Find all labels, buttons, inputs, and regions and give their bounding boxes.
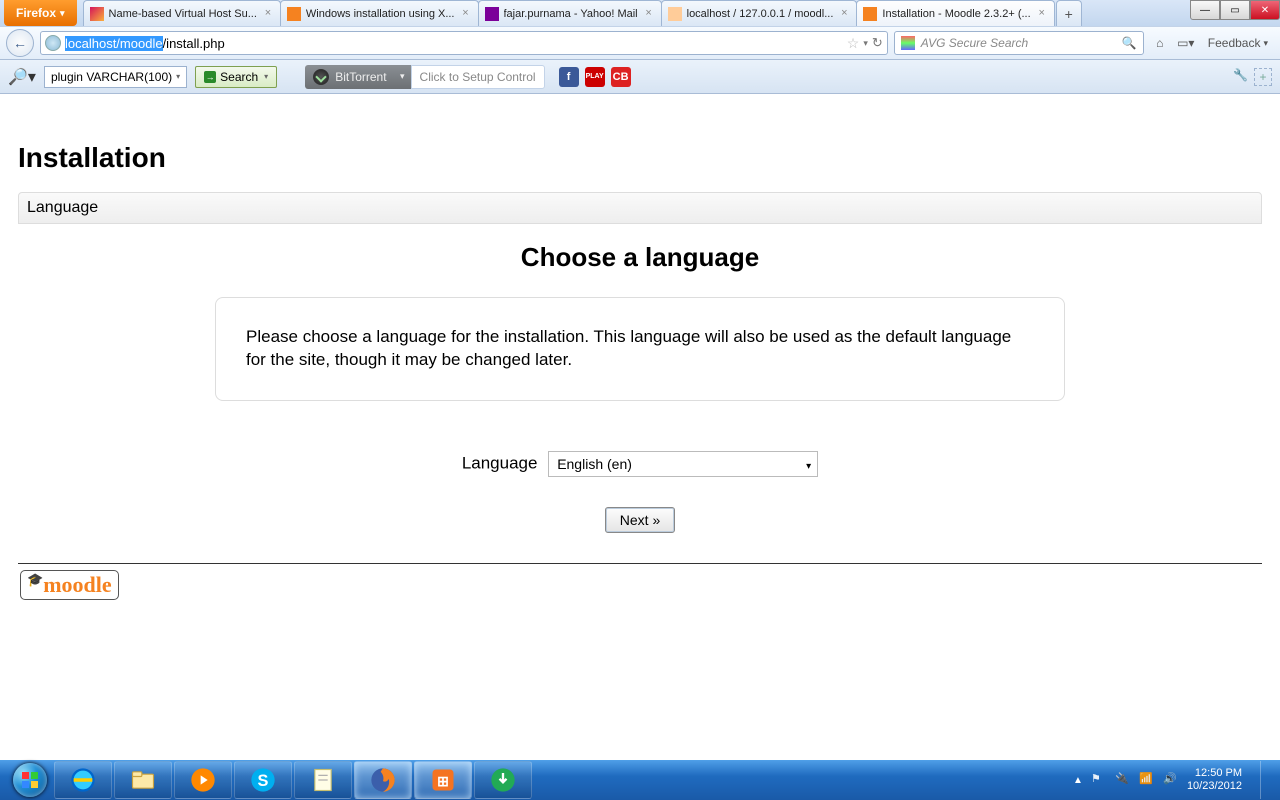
back-button[interactable]: ← (6, 29, 34, 57)
bittorrent-dropdown[interactable]: BitTorrent (305, 65, 410, 89)
close-window-button[interactable]: ✕ (1250, 0, 1280, 20)
taskbar-firefox[interactable] (354, 761, 412, 799)
browser-search-box[interactable]: AVG Secure Search 🔍 (894, 31, 1144, 55)
moodle-logo[interactable]: 🎓moodle (20, 570, 119, 600)
windows-taskbar: S ⊞ ▲ ⚑ 🔌 📶 🔊 12:50 PM 10/23/2012 (0, 760, 1280, 800)
playvid-icon[interactable]: PLAY (585, 67, 605, 87)
taskbar-explorer[interactable] (114, 761, 172, 799)
bittorrent-icon (313, 69, 329, 85)
apache-favicon (90, 7, 104, 21)
moodle-favicon (863, 7, 877, 21)
phpmyadmin-favicon (668, 7, 682, 21)
tab-title: fajar.purnama - Yahoo! Mail (504, 8, 638, 20)
power-icon[interactable]: 🔌 (1115, 772, 1131, 788)
taskbar-ie[interactable] (54, 761, 112, 799)
add-toolbar-icon[interactable]: + (1254, 68, 1272, 86)
social-icons: f PLAY CB (559, 67, 631, 87)
tab-0[interactable]: Name-based Virtual Host Su... × (83, 0, 281, 26)
bookmark-star-icon[interactable]: ☆ (847, 35, 860, 52)
separator (18, 563, 1262, 564)
avg-search-icon (901, 36, 915, 50)
maximize-button[interactable]: ▭ (1220, 0, 1250, 20)
svg-text:⊞: ⊞ (437, 773, 449, 789)
flag-icon[interactable]: ⚑ (1091, 772, 1107, 788)
tab-1[interactable]: Windows installation using X... × (280, 0, 479, 26)
choose-language-heading: Choose a language (18, 242, 1262, 273)
taskbar-notepad[interactable] (294, 761, 352, 799)
system-tray: ▲ ⚑ 🔌 📶 🔊 12:50 PM 10/23/2012 (1073, 761, 1272, 799)
reload-icon[interactable]: ↻ (872, 35, 883, 51)
moodle-favicon (287, 7, 301, 21)
section-header-language: Language (18, 192, 1262, 224)
minimize-button[interactable]: — (1190, 0, 1220, 20)
tab-3[interactable]: localhost / 127.0.0.1 / moodl... × (661, 0, 858, 26)
show-desktop-button[interactable] (1260, 761, 1272, 799)
tab-title: Installation - Moodle 2.3.2+ (... (882, 8, 1030, 20)
url-dropdown-icon[interactable]: ▾ (863, 38, 868, 49)
tab-close-icon[interactable]: × (460, 8, 472, 20)
info-box: Please choose a language for the install… (215, 297, 1065, 401)
plugin-text-box[interactable]: plugin VARCHAR(100) (44, 66, 187, 88)
page-content: Installation Language Choose a language … (0, 94, 1280, 600)
taskbar-skype[interactable]: S (234, 761, 292, 799)
navigation-bar: ← localhost/moodle/install.php ☆ ▾ ↻ AVG… (0, 26, 1280, 60)
toolbar-search-button[interactable]: →Search (195, 66, 277, 88)
clock-time: 12:50 PM (1187, 767, 1242, 780)
language-label: Language (462, 453, 538, 472)
clock-date: 10/23/2012 (1187, 780, 1242, 793)
facebook-icon[interactable]: f (559, 67, 579, 87)
wrench-icon[interactable]: 🔧 (1233, 68, 1248, 86)
clock[interactable]: 12:50 PM 10/23/2012 (1187, 767, 1248, 793)
svg-text:S: S (258, 772, 269, 790)
tab-close-icon[interactable]: × (838, 8, 850, 20)
taskbar-mediaplayer[interactable] (174, 761, 232, 799)
arrow-icon: → (204, 71, 216, 83)
windows-orb-icon (13, 763, 47, 797)
cb-icon[interactable]: CB (611, 67, 631, 87)
magnifier-icon[interactable]: 🔎▾ (8, 67, 36, 87)
new-tab-button[interactable]: + (1056, 0, 1082, 26)
language-select[interactable]: English (en) (548, 451, 818, 477)
next-button[interactable]: Next » (605, 507, 675, 533)
tab-title: localhost / 127.0.0.1 / moodl... (687, 8, 834, 20)
tab-title: Name-based Virtual Host Su... (109, 8, 257, 20)
network-icon[interactable]: 📶 (1139, 772, 1155, 788)
addon-toolbar: 🔎▾ plugin VARCHAR(100) →Search BitTorren… (0, 60, 1280, 94)
search-placeholder: AVG Secure Search (921, 36, 1028, 50)
search-icon[interactable]: 🔍 (1122, 36, 1137, 50)
page-title: Installation (18, 142, 1262, 174)
bittorrent-widget: BitTorrent Click to Setup Control (305, 65, 544, 89)
url-text: localhost/moodle/install.php (65, 36, 843, 51)
taskbar-xampp[interactable]: ⊞ (414, 761, 472, 799)
taskbar-idm[interactable] (474, 761, 532, 799)
tab-close-icon[interactable]: × (1036, 8, 1048, 20)
feedback-link[interactable]: Feedback▾ (1202, 36, 1274, 50)
bookmarks-menu-icon[interactable]: ▭▾ (1176, 33, 1196, 53)
tab-strip: Firefox Name-based Virtual Host Su... × … (0, 0, 1280, 26)
window-controls: — ▭ ✕ (1190, 0, 1280, 20)
start-button[interactable] (8, 761, 52, 799)
language-row: Language English (en) (18, 451, 1262, 477)
info-text: Please choose a language for the install… (246, 327, 1011, 369)
tray-expand-icon[interactable]: ▲ (1073, 775, 1083, 786)
url-bar[interactable]: localhost/moodle/install.php ☆ ▾ ↻ (40, 31, 888, 55)
home-icon[interactable]: ⌂ (1150, 33, 1170, 53)
yahoo-favicon (485, 7, 499, 21)
tab-2[interactable]: fajar.purnama - Yahoo! Mail × (478, 0, 662, 26)
globe-icon (45, 35, 61, 51)
tab-close-icon[interactable]: × (262, 8, 274, 20)
tab-close-icon[interactable]: × (643, 8, 655, 20)
setup-control-input[interactable]: Click to Setup Control (411, 65, 545, 89)
firefox-menu-button[interactable]: Firefox (4, 0, 77, 26)
tab-title: Windows installation using X... (306, 8, 455, 20)
tab-4[interactable]: Installation - Moodle 2.3.2+ (... × (856, 0, 1054, 26)
grad-cap-icon: 🎓 (27, 572, 43, 587)
volume-icon[interactable]: 🔊 (1163, 772, 1179, 788)
